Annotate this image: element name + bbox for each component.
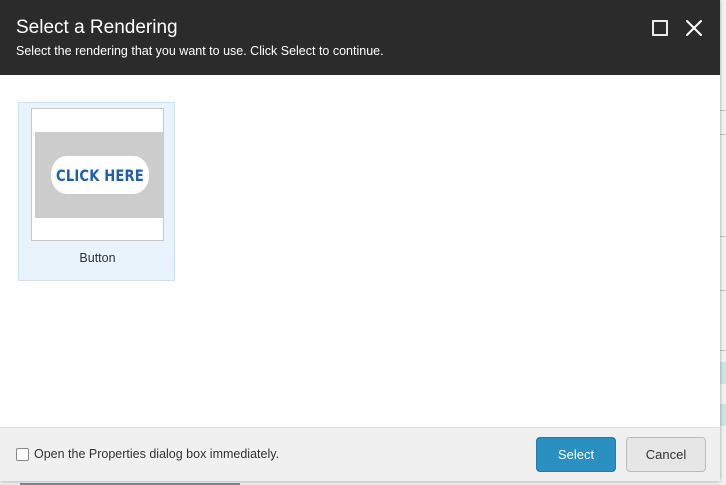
- dialog-footer: Open the Properties dialog box immediate…: [0, 427, 720, 481]
- dialog-header: Select a Rendering Select the rendering …: [0, 0, 720, 75]
- background-page-edge: [720, 0, 726, 485]
- select-button[interactable]: Select: [536, 437, 616, 472]
- thumbnail-image: CLICK HERE: [35, 132, 163, 218]
- select-rendering-dialog: Select a Rendering Select the rendering …: [0, 0, 720, 481]
- cancel-button[interactable]: Cancel: [626, 437, 706, 472]
- rendering-list: CLICK HERE Button: [0, 75, 720, 427]
- thumbnail-button-graphic: CLICK HERE: [50, 156, 150, 194]
- dialog-subtitle: Select the rendering that you want to us…: [16, 44, 384, 58]
- open-properties-label[interactable]: Open the Properties dialog box immediate…: [34, 447, 279, 461]
- rendering-item-label: Button: [79, 251, 116, 265]
- maximize-icon[interactable]: [650, 18, 670, 38]
- open-properties-checkbox[interactable]: [16, 447, 29, 461]
- dialog-title: Select a Rendering: [16, 17, 178, 38]
- close-icon[interactable]: [684, 18, 704, 38]
- open-properties-option: Open the Properties dialog box immediate…: [16, 447, 279, 461]
- rendering-item-button[interactable]: CLICK HERE Button: [18, 102, 175, 281]
- rendering-thumbnail: CLICK HERE: [31, 108, 164, 241]
- background-page-bottom: [0, 481, 726, 485]
